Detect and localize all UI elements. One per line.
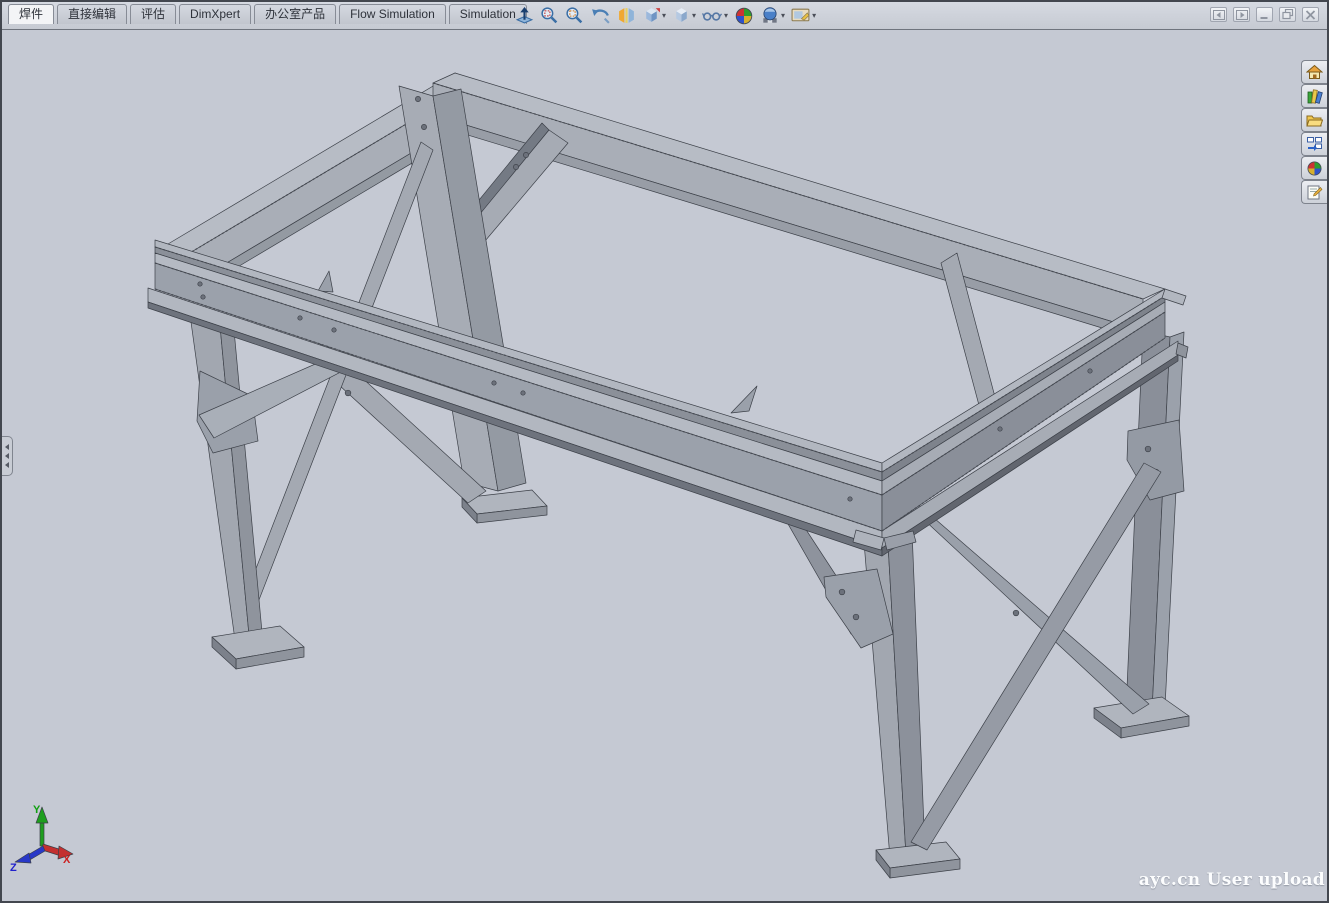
taskpane-tab-appearances[interactable] [1301, 156, 1327, 180]
collapse-left-button[interactable] [1210, 7, 1227, 22]
featuremanager-collapse-tab[interactable] [2, 436, 13, 476]
triad-y-label: Y [33, 804, 41, 816]
solidworks-window: 焊件 直接编辑 评估 DimXpert 办公室产品 Flow Simulatio… [0, 0, 1329, 903]
view-orientation-icon[interactable]: ▾ [639, 5, 669, 26]
section-view-icon[interactable] [614, 5, 639, 26]
taskpane-tab-view-palette[interactable] [1301, 132, 1327, 156]
display-style-icon[interactable]: ▾ [669, 5, 699, 26]
collapse-right-button[interactable] [1233, 7, 1250, 22]
tab-office-products[interactable]: 办公室产品 [254, 4, 336, 24]
view-settings-icon[interactable]: ▾ [788, 5, 819, 26]
heads-up-view-toolbar: ▾ ▾ ▾ ▾ ▾ [512, 3, 819, 28]
restore-button[interactable] [1279, 7, 1296, 22]
hide-show-items-icon[interactable]: ▾ [699, 5, 731, 26]
edit-appearance-icon[interactable] [731, 5, 757, 27]
collapse-arrow-icon [5, 444, 9, 450]
zoom-to-area-icon[interactable] [562, 5, 587, 26]
tab-weldments[interactable]: 焊件 [8, 4, 54, 24]
taskpane-tab-design-library[interactable] [1301, 84, 1327, 108]
graphics-viewport[interactable]: Y X Z [2, 30, 1327, 902]
chevron-down-icon[interactable]: ▾ [692, 11, 696, 20]
spatial-arrow-icon[interactable] [512, 5, 537, 26]
task-pane [1301, 60, 1327, 204]
weldment-frame-model[interactable]: Y X Z [2, 30, 1327, 902]
chevron-down-icon[interactable]: ▾ [812, 11, 816, 20]
chevron-down-icon[interactable]: ▾ [781, 11, 785, 20]
minimize-button[interactable] [1256, 7, 1273, 22]
orientation-triad: Y X Z [10, 804, 73, 874]
tab-dimxpert[interactable]: DimXpert [179, 4, 251, 24]
taskpane-tab-resources[interactable] [1301, 60, 1327, 84]
command-manager-bar: 焊件 直接编辑 评估 DimXpert 办公室产品 Flow Simulatio… [2, 2, 1327, 30]
close-button[interactable] [1302, 7, 1319, 22]
watermark: ayc.cn User upload [1139, 870, 1325, 890]
brace-tip [318, 271, 333, 292]
command-tabs: 焊件 直接编辑 评估 DimXpert 办公室产品 Flow Simulatio… [8, 4, 530, 24]
chevron-down-icon[interactable]: ▾ [724, 11, 728, 20]
zoom-to-fit-icon[interactable] [537, 5, 562, 26]
triad-x-label: X [63, 854, 71, 866]
triad-z-label: Z [10, 862, 17, 874]
brace-tip [731, 386, 757, 413]
apply-scene-icon[interactable]: ▾ [757, 5, 788, 27]
tab-evaluate[interactable]: 评估 [130, 4, 176, 24]
taskpane-tab-file-explorer[interactable] [1301, 108, 1327, 132]
collapse-arrow-icon [5, 453, 9, 459]
chevron-down-icon[interactable]: ▾ [662, 11, 666, 20]
tab-flow-simulation[interactable]: Flow Simulation [339, 4, 446, 24]
tab-direct-editing[interactable]: 直接编辑 [57, 4, 127, 24]
taskpane-tab-custom-properties[interactable] [1301, 180, 1327, 204]
window-controls [1210, 7, 1319, 22]
previous-view-icon[interactable] [587, 5, 614, 26]
collapse-arrow-icon [5, 462, 9, 468]
